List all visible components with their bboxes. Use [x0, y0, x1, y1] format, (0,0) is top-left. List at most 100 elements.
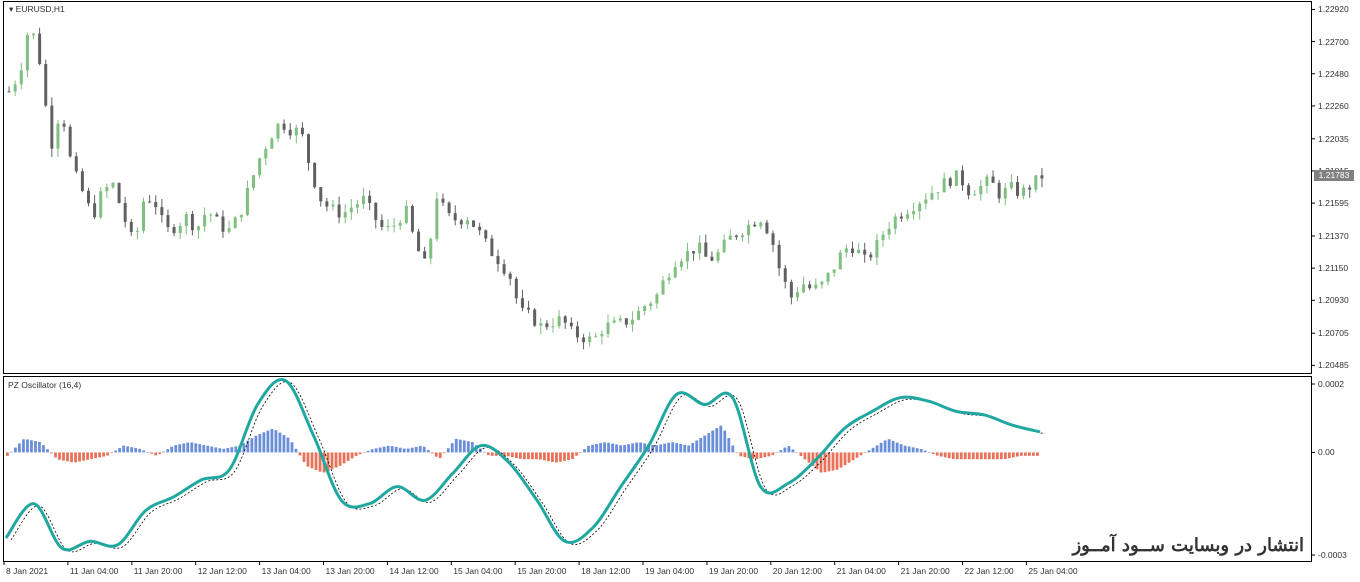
histogram-bar-positive	[895, 442, 899, 453]
histogram-bar-positive	[34, 441, 37, 453]
price-tick-label: 1.20485	[1318, 360, 1349, 371]
histogram-bar-negative	[839, 452, 843, 468]
candle-bear	[1040, 175, 1044, 179]
histogram-bar-negative	[759, 452, 763, 459]
candle-bull	[667, 277, 671, 281]
candle-bull	[673, 267, 677, 278]
histogram-bar-positive	[174, 445, 178, 453]
histogram-bar-positive	[603, 442, 606, 453]
candle-bull	[111, 183, 115, 188]
candle-bear	[166, 215, 170, 228]
histogram-bar-negative	[362, 452, 366, 453]
candle-bull	[930, 193, 934, 200]
histogram-bar-positive	[142, 450, 146, 453]
histogram-bar-negative	[1019, 452, 1023, 456]
candle-bear	[62, 123, 66, 127]
candle-bear	[447, 202, 451, 214]
histogram-bar-positive	[114, 450, 118, 453]
histogram-bar-positive	[703, 435, 707, 453]
candle-bear	[863, 249, 867, 255]
histogram-bar-positive	[190, 442, 194, 453]
dropdown-triangle-icon[interactable]: ▾	[9, 4, 13, 14]
histogram-bar-positive	[911, 447, 915, 453]
candle-bull	[239, 214, 243, 218]
histogram-bar-positive	[639, 442, 643, 453]
candle-bear	[899, 216, 903, 219]
histogram-bar-positive	[615, 444, 618, 453]
candle-bear	[221, 216, 225, 232]
candle-bull	[759, 222, 763, 227]
candle-bull	[875, 240, 879, 258]
candle-bull	[942, 178, 946, 193]
histogram-bar-positive	[366, 450, 370, 453]
histogram-bar-negative	[486, 452, 490, 456]
candle-bear	[490, 238, 494, 257]
watermark-text: انتشار در وبسایت ســود آمــوز	[1072, 535, 1304, 556]
histogram-bar-positive	[242, 443, 246, 453]
candle-bear	[533, 309, 537, 326]
candle-bear	[325, 201, 329, 207]
time-tick-label: 19 Jan 20:00	[708, 566, 759, 576]
histogram-bar-negative	[959, 452, 963, 460]
histogram-bar-positive	[671, 442, 675, 453]
histogram-bar-positive	[226, 448, 230, 453]
histogram-bar-negative	[346, 452, 350, 461]
candle-bull	[612, 320, 616, 323]
candle-bull	[264, 148, 268, 159]
candle-bear	[441, 198, 445, 203]
histogram-bar-positive	[42, 445, 45, 453]
candle-bull	[844, 248, 848, 253]
histogram-bar-negative	[90, 452, 93, 460]
histogram-bar-negative	[975, 452, 979, 460]
candle-bear	[172, 227, 176, 234]
candle-bull	[814, 284, 818, 289]
histogram-bar-positive	[707, 433, 711, 453]
histogram-bar-positive	[899, 444, 903, 453]
candle-bear	[50, 105, 54, 149]
candle-bear	[967, 185, 971, 196]
histogram-bar-negative	[531, 452, 534, 460]
time-tick-label: 25 Jan 04:00	[1028, 566, 1078, 576]
candle-bear	[869, 254, 873, 258]
oscillator-line	[4, 378, 1041, 552]
histogram-bar-positive	[595, 443, 598, 453]
histogram-bar-positive	[230, 447, 234, 453]
histogram-bar-negative	[330, 452, 334, 470]
candle-bull	[99, 191, 103, 218]
histogram-bar-positive	[867, 450, 871, 453]
candle-bull	[881, 234, 885, 241]
histogram-bar-negative	[510, 452, 514, 458]
histogram-bar-positive	[166, 449, 170, 453]
candle-bear	[74, 156, 78, 172]
candle-bull	[655, 294, 659, 304]
candle-bull	[197, 226, 201, 231]
candle-bull	[600, 333, 604, 337]
candle-bull	[465, 220, 469, 225]
candle-bull	[594, 336, 598, 338]
candle-bear	[496, 256, 500, 265]
histogram-bar-positive	[627, 444, 631, 453]
candle-bull	[19, 70, 23, 85]
histogram-bar-positive	[374, 448, 378, 453]
histogram-bar-positive	[659, 444, 663, 453]
histogram-bar-negative	[951, 452, 955, 460]
histogram-bar-negative	[442, 452, 446, 454]
histogram-bar-negative	[298, 452, 302, 456]
candle-bull	[1003, 188, 1007, 199]
histogram-bar-negative	[739, 452, 743, 457]
histogram-bar-negative	[863, 452, 867, 453]
histogram-bar-positive	[927, 452, 931, 453]
candle-bear	[502, 264, 506, 274]
candle-bull	[184, 213, 188, 226]
histogram-bar-positive	[18, 443, 21, 453]
histogram-bar-negative	[827, 452, 831, 472]
candle-bear	[7, 91, 11, 93]
candle-bull	[203, 215, 207, 227]
candle-bull	[557, 316, 561, 327]
histogram-bar-positive	[635, 442, 639, 453]
candle-bear	[1028, 187, 1032, 190]
histogram-bar-positive	[398, 447, 402, 453]
candle-bull	[245, 187, 249, 215]
candle-bull	[893, 216, 897, 229]
histogram-bar-negative	[518, 452, 522, 459]
